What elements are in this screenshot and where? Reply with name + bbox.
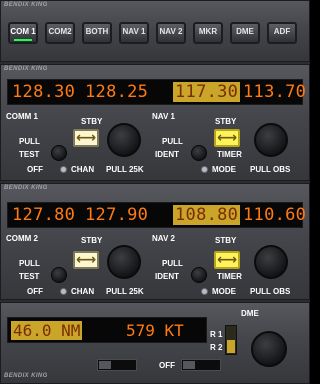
- dme-display: 46.0 NM 579 KT: [7, 317, 207, 343]
- active-led: [14, 39, 32, 41]
- nav2-active-frequency: 108.80: [173, 205, 241, 225]
- pull-obs-label: PULL OBS: [250, 165, 291, 174]
- swap-arrow-icon: ⟷: [216, 251, 238, 267]
- com2-volume-knob[interactable]: [51, 267, 67, 283]
- audio-nav1-button[interactable]: NAV 1: [119, 22, 149, 44]
- com2-frequency-knob[interactable]: [107, 245, 141, 279]
- nav-comm-2-radio: BENDIX KING 127.80 127.90 108.80 110.60 …: [0, 183, 310, 300]
- mode-label: MODE: [212, 165, 236, 174]
- com2-stby-label: STBY: [81, 236, 103, 245]
- pull-25k-label: PULL 25K: [106, 287, 144, 296]
- swap-arrow-icon: ⟷: [75, 251, 97, 267]
- swap-arrow-icon: ⟷: [216, 129, 238, 145]
- nav1-stby-label: STBY: [215, 117, 237, 126]
- brand-label: BENDIX KING: [4, 373, 48, 379]
- nav1-frequency-knob[interactable]: [254, 123, 288, 157]
- audio-both-label: BOTH: [85, 27, 109, 36]
- com2-swap-button[interactable]: ⟷: [73, 251, 99, 269]
- radio1-display: 128.30 128.25 117.30 113.70: [7, 79, 307, 105]
- timer-label: TIMER: [217, 150, 242, 159]
- audio-com2-button[interactable]: COM2: [45, 22, 75, 44]
- off-label: OFF: [27, 165, 43, 174]
- nav1-standby-frequency: 113.70: [243, 82, 307, 102]
- test-label: TEST: [19, 272, 40, 281]
- dme-title-label: DME: [241, 309, 259, 318]
- nav2-stby-label: STBY: [215, 236, 237, 245]
- com1-frequency-knob[interactable]: [107, 123, 141, 157]
- dme-off-switch[interactable]: [181, 359, 221, 371]
- chan-label: CHAN: [71, 165, 95, 174]
- radio2-display: 127.80 127.90 108.80 110.60: [7, 202, 307, 228]
- nav-comm-1-radio: BENDIX KING 128.30 128.25 117.30 113.70 …: [0, 64, 310, 181]
- nav1-swap-button[interactable]: ⟷: [214, 129, 240, 147]
- com2-standby-frequency: 127.90: [85, 205, 149, 225]
- audio-mkr-label: MKR: [198, 27, 218, 36]
- nav1-volume-knob[interactable]: [191, 145, 207, 161]
- chan-label: CHAN: [71, 287, 95, 296]
- com1-volume-knob[interactable]: [51, 145, 67, 161]
- off-label: OFF: [27, 287, 43, 296]
- pull-obs-label: PULL OBS: [250, 287, 291, 296]
- com1-standby-frequency: 128.25: [85, 82, 149, 102]
- pull-label: PULL: [162, 259, 183, 268]
- audio-dme-button[interactable]: DME: [230, 22, 260, 44]
- audio-adf-button[interactable]: ADF: [267, 22, 297, 44]
- audio-nav2-label: NAV 2: [159, 27, 183, 36]
- r2-label: R 2: [210, 343, 223, 352]
- brand-label: BENDIX KING: [4, 66, 48, 72]
- range-switch-thumb: [227, 340, 235, 353]
- swap-arrow-icon: ⟷: [75, 129, 97, 145]
- ident-label: IDENT: [155, 272, 179, 281]
- dme-off-label: OFF: [159, 361, 175, 370]
- test-label: TEST: [19, 150, 40, 159]
- audio-com1-label: COM 1: [10, 27, 36, 36]
- comm1-label: COMM 1: [6, 112, 38, 121]
- nav1-active-frequency: 117.30: [173, 82, 241, 102]
- mode-label: MODE: [212, 287, 236, 296]
- brand-label: BENDIX KING: [4, 185, 48, 191]
- pull-label: PULL: [19, 259, 40, 268]
- audio-dme-label: DME: [236, 27, 254, 36]
- brand-label: BENDIX KING: [4, 2, 48, 8]
- dme-mode-knob[interactable]: [251, 331, 287, 367]
- pull-label: PULL: [162, 137, 183, 146]
- comm2-label: COMM 2: [6, 234, 38, 243]
- audio-both-button[interactable]: BOTH: [82, 22, 112, 44]
- chan-indicator: [60, 288, 67, 295]
- off-switch-thumb: [183, 361, 195, 369]
- audio-panel: BENDIX KING COM 1 COM2 BOTH NAV 1 NAV 2 …: [0, 0, 310, 62]
- nav1-label: NAV 1: [152, 112, 175, 121]
- chan-indicator: [60, 166, 67, 173]
- nav2-volume-knob[interactable]: [191, 267, 207, 283]
- dme-power-switch[interactable]: [97, 359, 137, 371]
- dme-unit: 46.0 NM 579 KT DME R 1 R 2 OFF BENDIX KI…: [0, 302, 310, 384]
- nav2-standby-frequency: 110.60: [243, 205, 307, 225]
- com1-stby-label: STBY: [81, 117, 103, 126]
- mode-indicator: [201, 166, 208, 173]
- com2-active-frequency: 127.80: [12, 205, 76, 225]
- dme-range-switch[interactable]: [225, 325, 237, 355]
- r1-label: R 1: [210, 330, 223, 339]
- avionics-stack: BENDIX KING COM 1 COM2 BOTH NAV 1 NAV 2 …: [0, 0, 310, 384]
- dme-speed-readout: 579 KT: [126, 321, 184, 340]
- audio-nav2-button[interactable]: NAV 2: [156, 22, 186, 44]
- dme-distance-readout: 46.0 NM: [11, 321, 83, 340]
- com1-active-frequency: 128.30: [12, 82, 76, 102]
- nav2-swap-button[interactable]: ⟷: [214, 251, 240, 269]
- power-switch-thumb: [99, 361, 111, 369]
- pull-label: PULL: [19, 137, 40, 146]
- audio-nav1-label: NAV 1: [122, 27, 146, 36]
- nav2-frequency-knob[interactable]: [254, 245, 288, 279]
- pull-25k-label: PULL 25K: [106, 165, 144, 174]
- ident-label: IDENT: [155, 150, 179, 159]
- audio-adf-label: ADF: [273, 27, 291, 36]
- com1-swap-button[interactable]: ⟷: [73, 129, 99, 147]
- nav2-label: NAV 2: [152, 234, 175, 243]
- audio-com1-button[interactable]: COM 1: [8, 22, 38, 44]
- audio-com2-label: COM2: [48, 27, 72, 36]
- timer-label: TIMER: [217, 272, 242, 281]
- audio-mkr-button[interactable]: MKR: [193, 22, 223, 44]
- mode-indicator: [201, 288, 208, 295]
